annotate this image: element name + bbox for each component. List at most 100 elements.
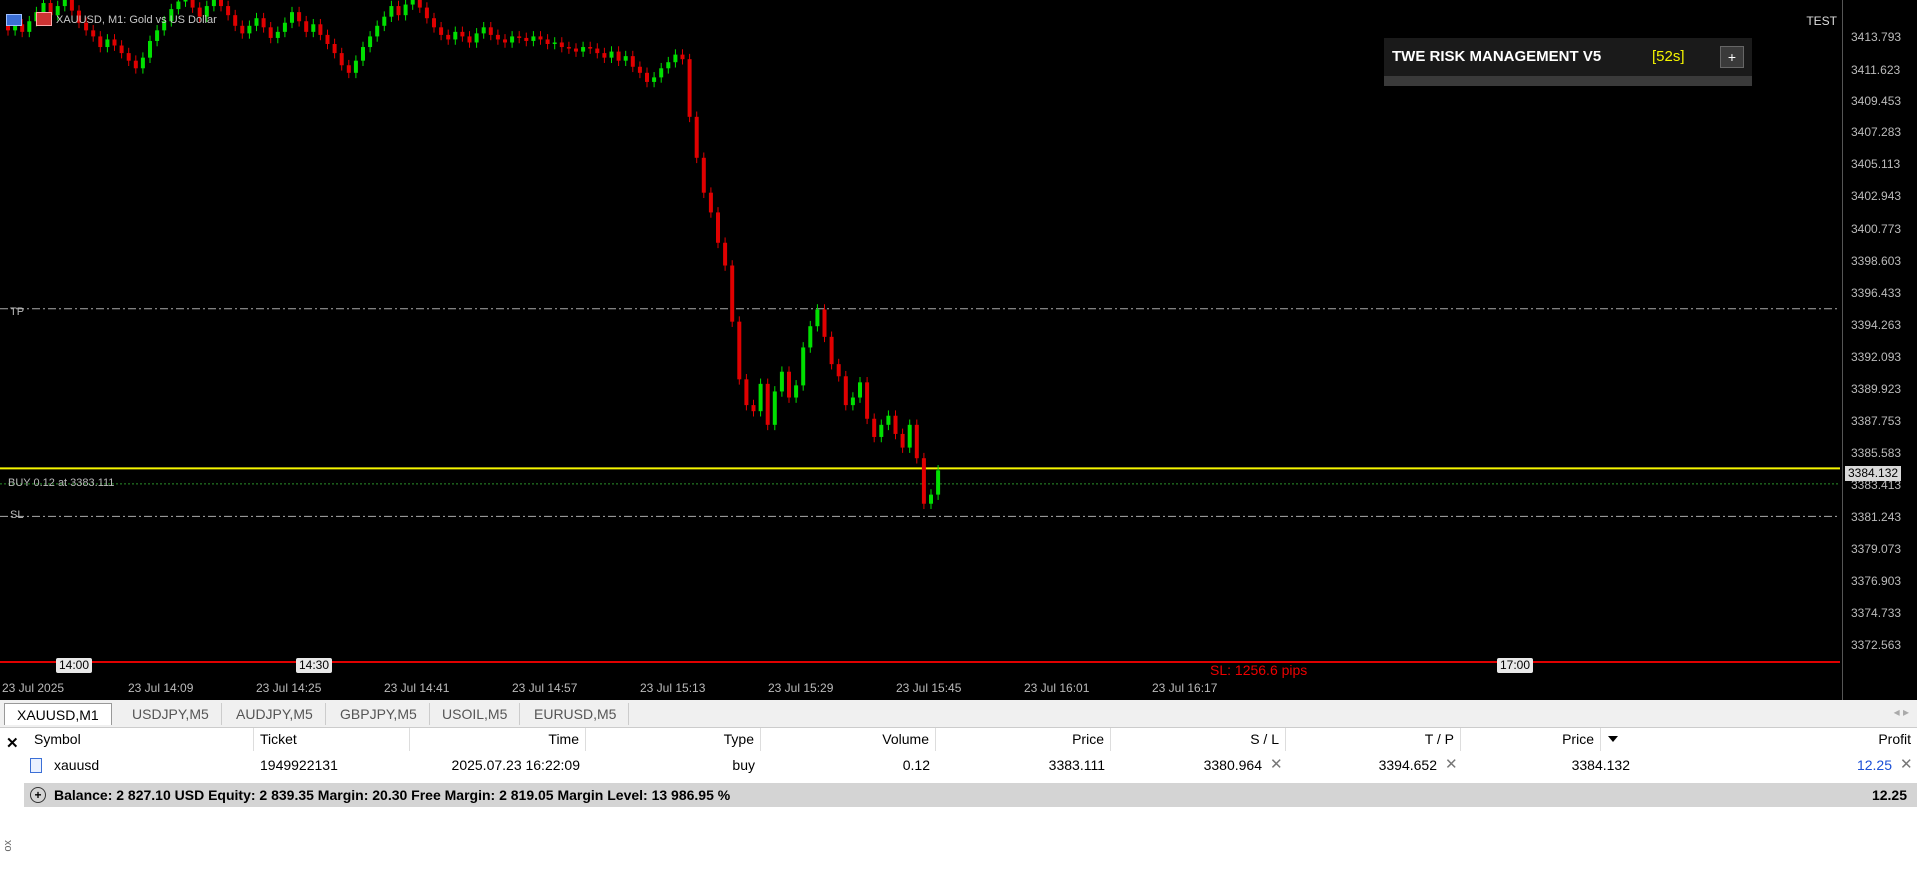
column-header-volume[interactable]: Volume bbox=[761, 728, 936, 751]
balance-summary-row[interactable]: + Balance: 2 827.10 USD Equity: 2 839.35… bbox=[24, 783, 1917, 807]
tab-scroll-arrows[interactable]: ◂ ▸ bbox=[1894, 705, 1909, 719]
candle-body bbox=[772, 391, 777, 425]
candle-body bbox=[233, 15, 238, 26]
candle-body bbox=[339, 53, 344, 66]
chart-menu-icon[interactable] bbox=[6, 14, 22, 26]
candle-body bbox=[432, 18, 436, 28]
tab-gbpjpy[interactable]: GBPJPY,M5 bbox=[328, 703, 430, 725]
trade-panel-icon[interactable] bbox=[36, 12, 52, 26]
candle-body bbox=[730, 265, 735, 322]
cell-sl[interactable]: 3380.964 bbox=[1111, 755, 1268, 776]
candle-body bbox=[808, 326, 813, 348]
candle-body bbox=[893, 415, 898, 434]
price-axis[interactable]: 3413.793 3411.623 3409.453 3407.283 3405… bbox=[1842, 0, 1917, 700]
sort-down-icon[interactable] bbox=[1608, 736, 1618, 742]
candle-body bbox=[566, 47, 571, 49]
candle-body bbox=[424, 7, 429, 19]
column-header-time[interactable]: Time bbox=[410, 728, 586, 751]
candle-body bbox=[375, 25, 380, 37]
tab-audjpy[interactable]: AUDJPY,M5 bbox=[224, 703, 326, 725]
candle-body bbox=[929, 494, 933, 504]
time-axis-label: 23 Jul 15:29 bbox=[768, 681, 834, 695]
candle-body bbox=[268, 27, 273, 38]
expand-icon[interactable]: + bbox=[30, 787, 46, 803]
candle-body bbox=[446, 34, 451, 40]
column-header-tp[interactable]: T / P bbox=[1286, 728, 1461, 751]
time-axis-label: 23 Jul 16:01 bbox=[1024, 681, 1090, 695]
candle-body bbox=[907, 424, 912, 448]
price-chart[interactable] bbox=[0, 0, 1842, 700]
candle-body bbox=[417, 0, 422, 8]
candle-body bbox=[254, 18, 259, 26]
cell-profit[interactable]: 12.25 bbox=[1636, 755, 1898, 776]
remove-sl-icon[interactable]: ✕ bbox=[1270, 755, 1283, 773]
candle-body bbox=[865, 382, 870, 419]
candle-body bbox=[211, 0, 216, 7]
candle-body bbox=[900, 433, 905, 448]
column-header-type[interactable]: Type bbox=[586, 728, 761, 751]
candle-body bbox=[630, 56, 635, 67]
price-tick: 3411.623 bbox=[1851, 63, 1901, 77]
price-tick: 3374.733 bbox=[1851, 606, 1902, 620]
candle-body bbox=[190, 0, 195, 8]
candle-body bbox=[346, 65, 351, 73]
chart-tabs: XAUUSD,M1 USDJPY,M5 AUDJPY,M5 GBPJPY,M5 … bbox=[0, 700, 1917, 728]
column-header-price[interactable]: Price bbox=[936, 728, 1111, 751]
candle-body bbox=[226, 6, 231, 16]
candle-body bbox=[758, 383, 763, 412]
candle-body bbox=[495, 34, 500, 40]
tab-usoil[interactable]: USOIL,M5 bbox=[430, 703, 521, 725]
column-header-profit[interactable]: Profit bbox=[1636, 728, 1917, 751]
candle-body bbox=[488, 27, 493, 35]
candle-body bbox=[126, 53, 131, 61]
candle-body bbox=[368, 36, 373, 48]
candle-body bbox=[858, 382, 862, 398]
time-badge: 14:00 bbox=[56, 658, 93, 673]
price-tick: 3372.563 bbox=[1851, 638, 1902, 652]
candle-body bbox=[737, 321, 742, 380]
candle-body bbox=[914, 424, 919, 459]
candle-body bbox=[332, 44, 337, 54]
cell-volume[interactable]: 0.12 bbox=[761, 755, 936, 776]
cell-time[interactable]: 2025.07.23 16:22:09 bbox=[410, 755, 586, 776]
cell-type[interactable]: buy bbox=[586, 755, 761, 776]
remove-tp-icon[interactable]: ✕ bbox=[1445, 755, 1458, 773]
price-tick: 3407.283 bbox=[1851, 125, 1902, 139]
cell-tp[interactable]: 3394.652 bbox=[1286, 755, 1443, 776]
candle-body bbox=[155, 30, 160, 41]
candle-body bbox=[396, 6, 401, 16]
tab-eurusd[interactable]: EURUSD,M5 bbox=[522, 703, 630, 725]
candle-body bbox=[105, 39, 110, 48]
column-header-current-price[interactable]: Price bbox=[1461, 728, 1601, 751]
candle-body bbox=[439, 27, 444, 35]
cell-price[interactable]: 3383.111 bbox=[936, 755, 1111, 776]
current-price-marker: 3384.132 bbox=[1845, 466, 1901, 481]
column-header-sl[interactable]: S / L bbox=[1111, 728, 1286, 751]
candle-body bbox=[517, 36, 522, 38]
candle-body bbox=[673, 54, 678, 63]
cell-ticket[interactable]: 1949922131 bbox=[254, 755, 410, 776]
risk-panel-expand-button[interactable]: + bbox=[1720, 46, 1744, 68]
candle-body bbox=[616, 51, 621, 61]
candle-body bbox=[510, 36, 515, 43]
column-header-ticket[interactable]: Ticket bbox=[254, 728, 410, 751]
candle-body bbox=[531, 36, 536, 41]
candle-body bbox=[98, 36, 103, 48]
toolbox-side-label: ox bbox=[2, 840, 14, 852]
column-header-symbol[interactable]: Symbol bbox=[28, 728, 254, 751]
candle-body bbox=[574, 48, 578, 52]
candle-body bbox=[666, 62, 671, 69]
cell-current-price[interactable]: 3384.132 bbox=[1461, 755, 1636, 776]
cell-symbol[interactable]: xauusd bbox=[48, 755, 248, 776]
tab-usdjpy[interactable]: USDJPY,M5 bbox=[120, 703, 222, 725]
time-axis-label: 23 Jul 14:41 bbox=[384, 681, 450, 695]
tab-xauusd[interactable]: XAUUSD,M1 bbox=[4, 703, 112, 725]
price-tick: 3398.603 bbox=[1851, 254, 1902, 268]
candle-body bbox=[119, 45, 124, 54]
price-tick: 3376.903 bbox=[1851, 574, 1902, 588]
price-tick: 3396.433 bbox=[1851, 286, 1902, 300]
chart-area[interactable]: XAUUSD, M1: Gold vs US Dollar TEST 🎓 TWE… bbox=[0, 0, 1917, 700]
candle-body bbox=[936, 470, 941, 495]
close-position-icon[interactable]: ✕ bbox=[1900, 755, 1913, 773]
close-icon[interactable]: ✕ bbox=[6, 734, 19, 752]
